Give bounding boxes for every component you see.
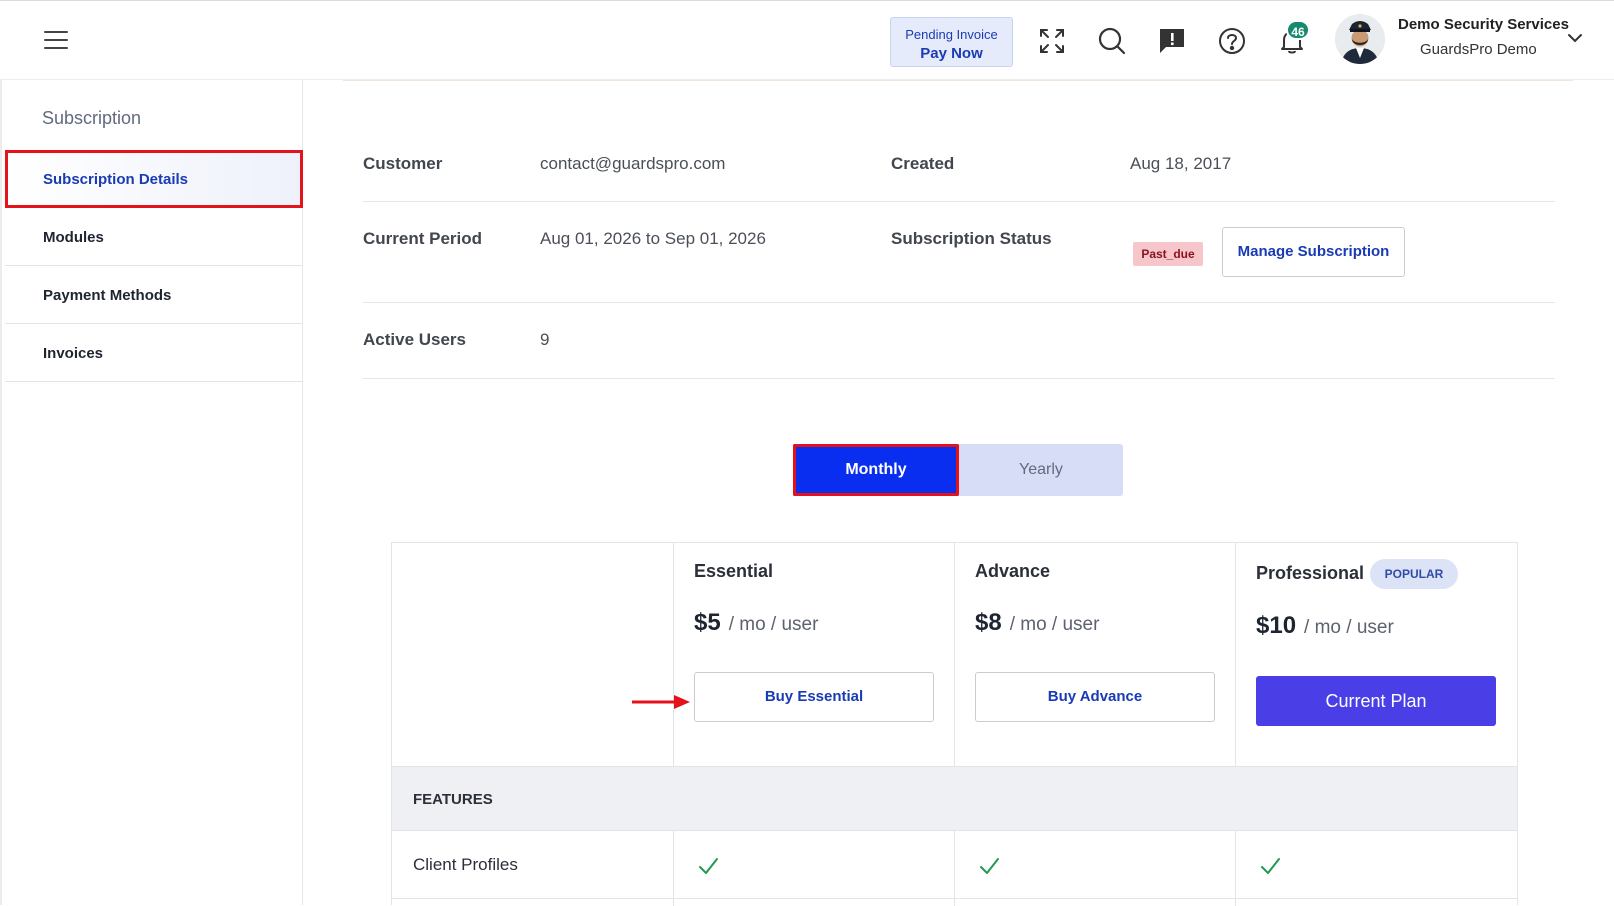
price-unit: / mo / user [1009,614,1100,635]
current-period-label: Current Period [363,229,483,248]
divider [363,378,1555,379]
active-users-label: Active Users [363,330,467,349]
help-icon[interactable] [1217,26,1247,56]
divider [363,201,1555,202]
plan-price-professional: $10 / mo / user [1256,612,1394,640]
top-bar: Pending Invoice Pay Now 46 Demo Security… [0,0,1614,80]
yearly-toggle-button[interactable]: Yearly [959,444,1123,496]
plan-name-essential: Essential [694,561,774,581]
feature-name: Client Profiles [413,855,518,874]
chevron-down-icon[interactable] [1566,31,1584,45]
search-icon[interactable] [1097,26,1127,56]
buy-essential-button[interactable]: Buy Essential [694,672,934,722]
sidebar: Subscription Subscription Details Module… [0,80,303,905]
plan-name-professional: Professional [1256,563,1365,583]
created-label: Created [891,154,955,173]
sidebar-item-payment-methods[interactable]: Payment Methods [5,266,303,324]
plan-price-advance: $8 / mo / user [975,609,1099,637]
plans-table: Essential $5 / mo / user Buy Essential Ad… [391,542,1518,906]
feedback-icon[interactable] [1157,26,1187,56]
sidebar-item-label: Invoices [43,345,104,362]
popular-badge: POPULAR [1370,559,1458,589]
billing-period-toggle: Monthly Yearly [793,444,1123,496]
annotation-arrow-icon [632,695,690,709]
menu-icon[interactable] [44,31,68,51]
pending-invoice-button[interactable]: Pending Invoice Pay Now [890,17,1013,67]
monthly-toggle-button[interactable]: Monthly [793,444,959,496]
current-plan-button[interactable]: Current Plan [1256,676,1496,726]
subscription-status-label: Subscription Status [891,229,1052,248]
current-period-value: Aug 01, 2026 to Sep 01, 2026 [540,229,766,248]
sidebar-item-modules[interactable]: Modules [5,208,303,266]
check-icon [1259,855,1281,877]
user-name: GuardsPro Demo [1420,41,1537,58]
manage-subscription-button[interactable]: Manage Subscription [1222,227,1405,277]
sidebar-item-subscription-details[interactable]: Subscription Details [5,150,303,208]
created-value: Aug 18, 2017 [1130,154,1232,173]
notification-count-badge: 46 [1286,20,1310,40]
sidebar-item-label: Payment Methods [43,287,172,304]
price-amount: $8 [975,609,1002,636]
divider [343,80,1573,81]
features-header: FEATURES [392,766,1517,831]
plan-name-advance: Advance [975,561,1051,581]
organization-name: Demo Security Services [1398,16,1569,33]
customer-label: Customer [363,154,443,173]
price-amount: $5 [694,609,721,636]
status-badge: Past_due [1133,242,1203,266]
check-icon [978,855,1000,877]
price-amount: $10 [1256,612,1297,639]
avatar[interactable] [1335,14,1385,64]
sidebar-item-invoices[interactable]: Invoices [5,324,303,382]
buy-advance-button[interactable]: Buy Advance [975,672,1215,722]
customer-value: contact@guardspro.com [540,154,726,173]
divider [363,302,1555,303]
sidebar-item-label: Modules [43,229,104,246]
features-heading: FEATURES [413,791,493,808]
price-unit: / mo / user [728,614,819,635]
plan-price-essential: $5 / mo / user [694,609,818,637]
expand-icon[interactable] [1037,26,1067,56]
pending-invoice-label: Pending Invoice [905,27,998,42]
pay-now-label: Pay Now [920,45,983,62]
sidebar-item-label: Subscription Details [43,171,189,188]
table-row: Client Profiles [392,831,1517,899]
check-icon [697,855,719,877]
sidebar-title: Subscription [42,108,142,128]
active-users-value: 9 [540,330,550,349]
price-unit: / mo / user [1304,617,1394,638]
